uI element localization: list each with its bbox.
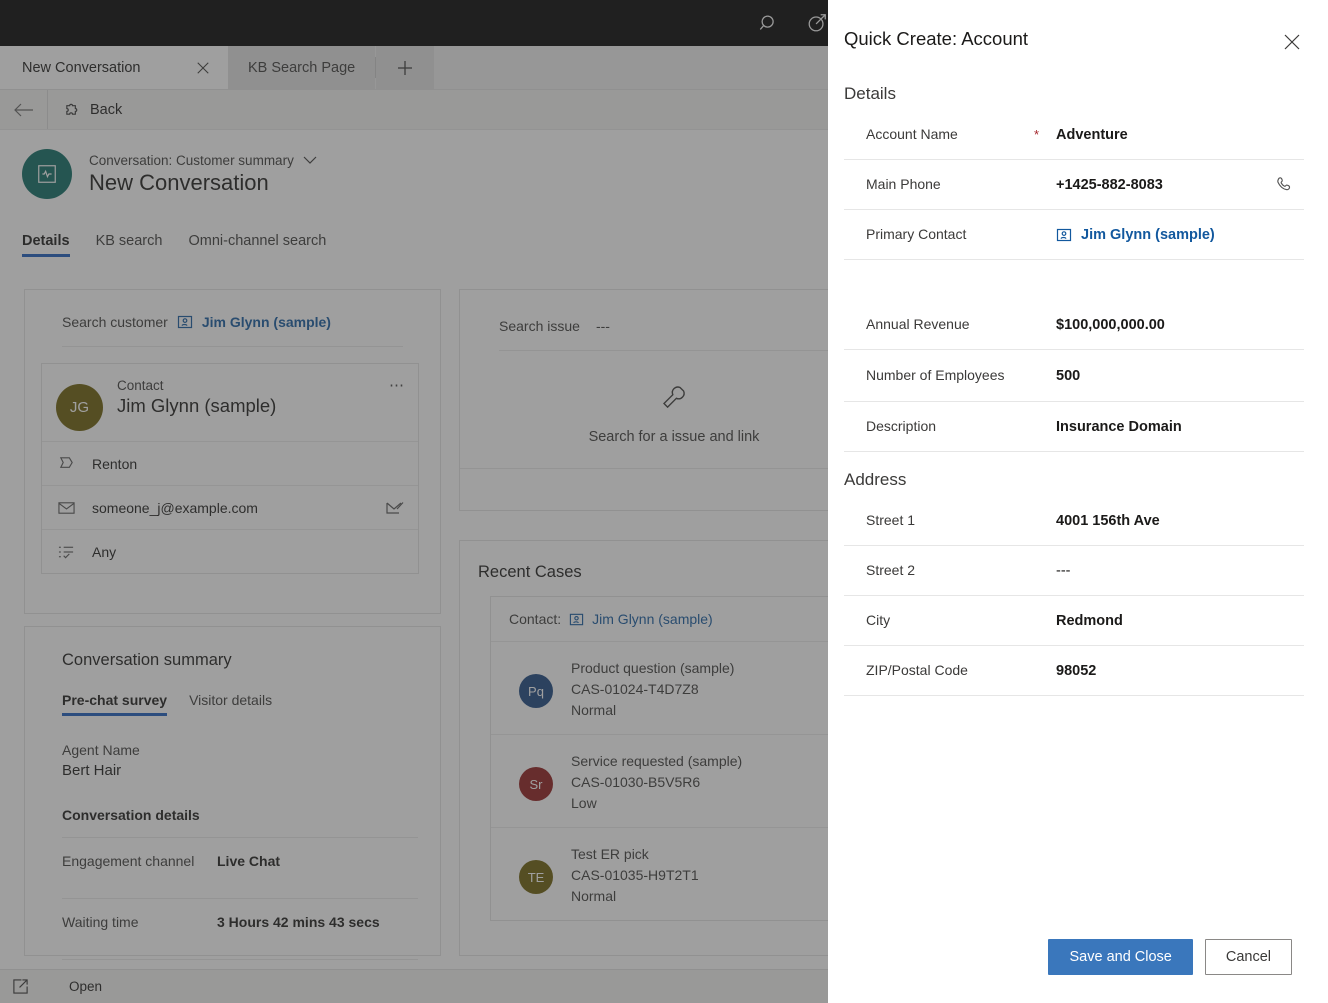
field-value: ---	[1056, 563, 1071, 579]
field-value: Jim Glynn (sample)	[1081, 227, 1215, 243]
field-value: $100,000,000.00	[1056, 317, 1165, 333]
required-indicator-icon: *	[1034, 127, 1056, 142]
save-and-close-button[interactable]: Save and Close	[1048, 939, 1192, 975]
field-value: 98052	[1056, 663, 1096, 679]
field-number-of-employees[interactable]: Number of Employees 500	[844, 350, 1304, 402]
field-value-container[interactable]: Jim Glynn (sample)	[1056, 227, 1215, 243]
field-annual-revenue[interactable]: Annual Revenue $100,000,000.00	[844, 300, 1304, 350]
field-blank-slot	[844, 260, 1304, 300]
contact-card-icon	[1056, 227, 1072, 243]
modal-scrim[interactable]	[0, 0, 828, 1003]
field-primary-contact[interactable]: Primary Contact Jim Glynn (sample)	[844, 210, 1304, 260]
section-heading-details: Details	[844, 84, 1304, 104]
panel-body: Details Account Name * Adventure Main Ph…	[828, 72, 1328, 911]
section-heading-address: Address	[844, 470, 1304, 490]
field-value: Adventure	[1056, 127, 1128, 143]
field-value: Redmond	[1056, 613, 1123, 629]
field-main-phone[interactable]: Main Phone +1425-882-8083	[844, 160, 1304, 210]
field-value: 500	[1056, 368, 1080, 384]
field-label: Street 2	[866, 562, 1034, 579]
field-label: Primary Contact	[866, 226, 1034, 243]
field-label: Account Name	[866, 126, 1034, 143]
field-street-1[interactable]: Street 1 4001 156th Ave	[844, 496, 1304, 546]
panel-header: Quick Create: Account	[828, 0, 1328, 72]
field-label: Main Phone	[866, 176, 1034, 193]
panel-title: Quick Create: Account	[844, 28, 1028, 50]
field-city[interactable]: City Redmond	[844, 596, 1304, 646]
field-street-2[interactable]: Street 2 ---	[844, 546, 1304, 596]
cancel-button[interactable]: Cancel	[1205, 939, 1292, 975]
field-value: 4001 156th Ave	[1056, 513, 1160, 529]
field-label: Number of Employees	[866, 367, 1034, 384]
field-label: Annual Revenue	[866, 316, 1034, 333]
field-value: Insurance Domain	[1056, 419, 1182, 435]
panel-footer: Save and Close Cancel	[828, 911, 1328, 1003]
phone-icon[interactable]	[1275, 175, 1294, 194]
field-label: Street 1	[866, 512, 1034, 529]
screen-root: New Conversation KB Search Page	[0, 0, 1328, 1003]
field-account-name[interactable]: Account Name * Adventure	[844, 110, 1304, 160]
field-description[interactable]: Description Insurance Domain	[844, 402, 1304, 452]
close-icon[interactable]	[1282, 32, 1302, 52]
field-zip-postal-code[interactable]: ZIP/Postal Code 98052	[844, 646, 1304, 696]
field-label: ZIP/Postal Code	[866, 662, 1034, 679]
quick-create-panel: Quick Create: Account Details Account Na…	[828, 0, 1328, 1003]
field-value: +1425-882-8083	[1056, 177, 1163, 193]
field-label: Description	[866, 418, 1034, 435]
field-label: City	[866, 612, 1034, 629]
